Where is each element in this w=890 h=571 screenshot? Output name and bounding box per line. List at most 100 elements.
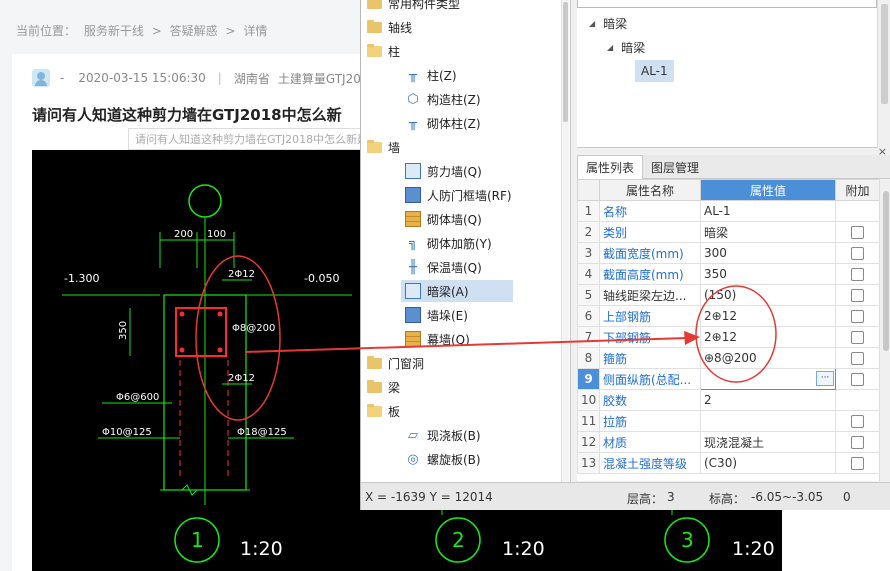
tree-item-cast-slab[interactable]: ▱ 现浇板(B) — [405, 424, 481, 446]
extra-cell — [835, 242, 880, 264]
header-property-value: 属性值 — [700, 179, 836, 201]
scrollbar-thumb[interactable] — [883, 191, 889, 351]
property-row[interactable]: 7 下部钢筋 2⊕12 — [577, 326, 880, 348]
checkbox[interactable] — [851, 436, 864, 449]
property-row[interactable]: 3 截面宽度(mm) 300 — [577, 242, 880, 264]
expand-triangle-icon[interactable]: ◢ — [607, 43, 613, 52]
checkbox[interactable] — [851, 457, 864, 470]
tree-item-curtain-wall[interactable]: 幕墙(Q) — [405, 328, 470, 350]
property-row[interactable]: 5 轴线距梁左边... (150) — [577, 284, 880, 306]
row-index: 6 — [577, 305, 600, 327]
property-value[interactable]: (150) — [700, 284, 836, 306]
cad-scale-3: 1:20 — [732, 538, 775, 560]
tree-item-structural-column[interactable]: ⬡ 构造柱(Z) — [405, 88, 480, 110]
checkbox[interactable] — [851, 268, 864, 281]
tab-property-list[interactable]: 属性列表 — [577, 155, 644, 179]
scrollbar-thumb[interactable] — [563, 2, 568, 122]
component-tree-leaf-label: AL-1 — [641, 64, 668, 78]
edit-button[interactable]: ··· — [816, 371, 834, 386]
tree-item-masonry-column[interactable]: ╥ 砌体柱(Z) — [405, 112, 481, 134]
property-name: 类别 — [599, 221, 701, 243]
tree-item-masonry-wall[interactable]: 砌体墙(Q) — [405, 208, 482, 230]
property-value[interactable]: 300 — [700, 242, 836, 264]
property-row[interactable]: 2 类别 暗梁 — [577, 221, 880, 243]
extra-cell — [835, 368, 880, 390]
expand-triangle-icon[interactable]: ◢ — [589, 19, 595, 28]
property-value-editor[interactable]: ··· — [700, 368, 836, 390]
tree-item-masonry-reinforcement[interactable]: ╗ 砌体加筋(Y) — [405, 232, 492, 254]
property-row[interactable]: 9 侧面纵筋(总配... ··· — [577, 368, 880, 390]
tree-item-column[interactable]: ╥ 柱(Z) — [405, 64, 457, 86]
property-value[interactable]: 现浇混凝土 — [700, 431, 836, 453]
checkbox[interactable] — [851, 310, 864, 323]
tree-item-openings[interactable]: 门窗洞 — [367, 352, 424, 374]
property-row[interactable]: 4 截面高度(mm) 350 — [577, 263, 880, 285]
tree-item-wall-pier[interactable]: 墙垛(E) — [405, 304, 468, 326]
property-row[interactable]: 12 材质 现浇混凝土 — [577, 431, 880, 453]
tree-item-axis[interactable]: 轴线 — [367, 16, 412, 38]
tree-item-shear-wall[interactable]: 剪力墙(Q) — [405, 160, 482, 182]
breadcrumb-label: 当前位置： — [16, 24, 77, 38]
property-table-header: 属性名称 属性值 附加 — [577, 179, 880, 201]
post-date: 2020-03-15 15:06:30 — [78, 71, 206, 85]
tree-scrollbar[interactable] — [561, 0, 569, 482]
component-search-input[interactable] — [577, 0, 877, 8]
component-list-scrollbar[interactable] — [877, 0, 890, 148]
status-bar: X = -1639 Y = 12014 层高： 3 标高： -6.05~-3.0… — [361, 482, 890, 510]
tree-item-insulation-wall[interactable]: ╫ 保温墙(Q) — [405, 256, 482, 278]
tree-item-label: 板 — [388, 404, 401, 419]
property-value[interactable]: 350 — [700, 263, 836, 285]
property-row[interactable]: 10 胶数 2 — [577, 389, 880, 411]
close-icon[interactable]: × — [878, 145, 887, 158]
component-tree-leaf[interactable]: AL-1 — [635, 60, 674, 82]
checkbox[interactable] — [851, 415, 864, 428]
component-tree-root[interactable]: ◢ 暗梁 — [589, 12, 627, 34]
component-tree-child[interactable]: ◢ 暗梁 — [607, 36, 645, 58]
checkbox[interactable] — [851, 331, 864, 344]
property-row[interactable]: 8 箍筋 ⊕8@200 — [577, 347, 880, 369]
cad-elevation-left: -1.300 — [64, 272, 99, 285]
checkbox[interactable] — [851, 226, 864, 239]
masonry-column-icon: ╥ — [409, 115, 417, 131]
tab-layer-management[interactable]: 图层管理 — [643, 155, 707, 179]
tree-item-beam[interactable]: 梁 — [367, 376, 400, 398]
property-panel: 属性列表 图层管理 × 属性名称 属性值 附加 1 名称 AL-1 2 类别 暗梁 3 截面宽… — [577, 145, 890, 481]
checkbox[interactable] — [851, 289, 864, 302]
tree-item-spiral-slab[interactable]: ◎ 螺旋板(B) — [405, 448, 480, 470]
tree-item-civil-defense-wall[interactable]: 人防门框墙(RF) — [405, 184, 512, 206]
property-row[interactable]: 6 上部钢筋 2⊕12 — [577, 305, 880, 327]
property-row[interactable]: 13 混凝土强度等级 (C30) — [577, 452, 880, 474]
property-row[interactable]: 1 名称 AL-1 — [577, 200, 880, 222]
tree-item-label: 砌体柱(Z) — [427, 116, 481, 131]
breadcrumb-link-service[interactable]: 服务新干线 — [84, 24, 144, 38]
checkbox[interactable] — [851, 247, 864, 260]
property-value[interactable]: 暗梁 — [700, 221, 836, 243]
property-value[interactable]: 2⊕12 — [700, 305, 836, 327]
property-value[interactable]: 2 — [700, 389, 836, 411]
property-value[interactable]: (C30) — [700, 452, 836, 474]
post-region: 湖南省 — [233, 71, 270, 86]
row-index: 13 — [577, 452, 600, 474]
row-index: 5 — [577, 284, 600, 306]
checkbox[interactable] — [851, 373, 864, 386]
checkbox[interactable] — [851, 352, 864, 365]
tree-item-wall-group[interactable]: 墙 — [367, 136, 400, 158]
property-row[interactable]: 11 拉筋 — [577, 410, 880, 432]
tree-item-hidden-beam[interactable]: 暗梁(A) — [401, 280, 513, 302]
cad-elevation-right: -0.050 — [304, 272, 339, 285]
scrollbar-thumb[interactable] — [881, 4, 888, 104]
tree-item-common-types[interactable]: 常用构件类型 — [367, 0, 460, 14]
status-floor-height-label: 层高： — [627, 492, 664, 506]
property-value[interactable]: ⊕8@200 — [700, 347, 836, 369]
tree-item-label: 砌体墙(Q) — [427, 212, 482, 227]
extra-cell — [835, 431, 880, 453]
insulation-wall-icon: ╫ — [409, 259, 417, 275]
property-scrollbar[interactable] — [879, 179, 890, 481]
tree-item-column-group[interactable]: 柱 — [367, 40, 400, 62]
tree-item-slab-group[interactable]: 板 — [367, 400, 400, 422]
avatar-icon — [32, 69, 50, 87]
property-value[interactable]: 2⊕12 — [700, 326, 836, 348]
breadcrumb-link-qa[interactable]: 答疑解惑 — [170, 24, 218, 38]
property-value[interactable] — [700, 410, 836, 432]
property-value[interactable]: AL-1 — [700, 200, 836, 222]
